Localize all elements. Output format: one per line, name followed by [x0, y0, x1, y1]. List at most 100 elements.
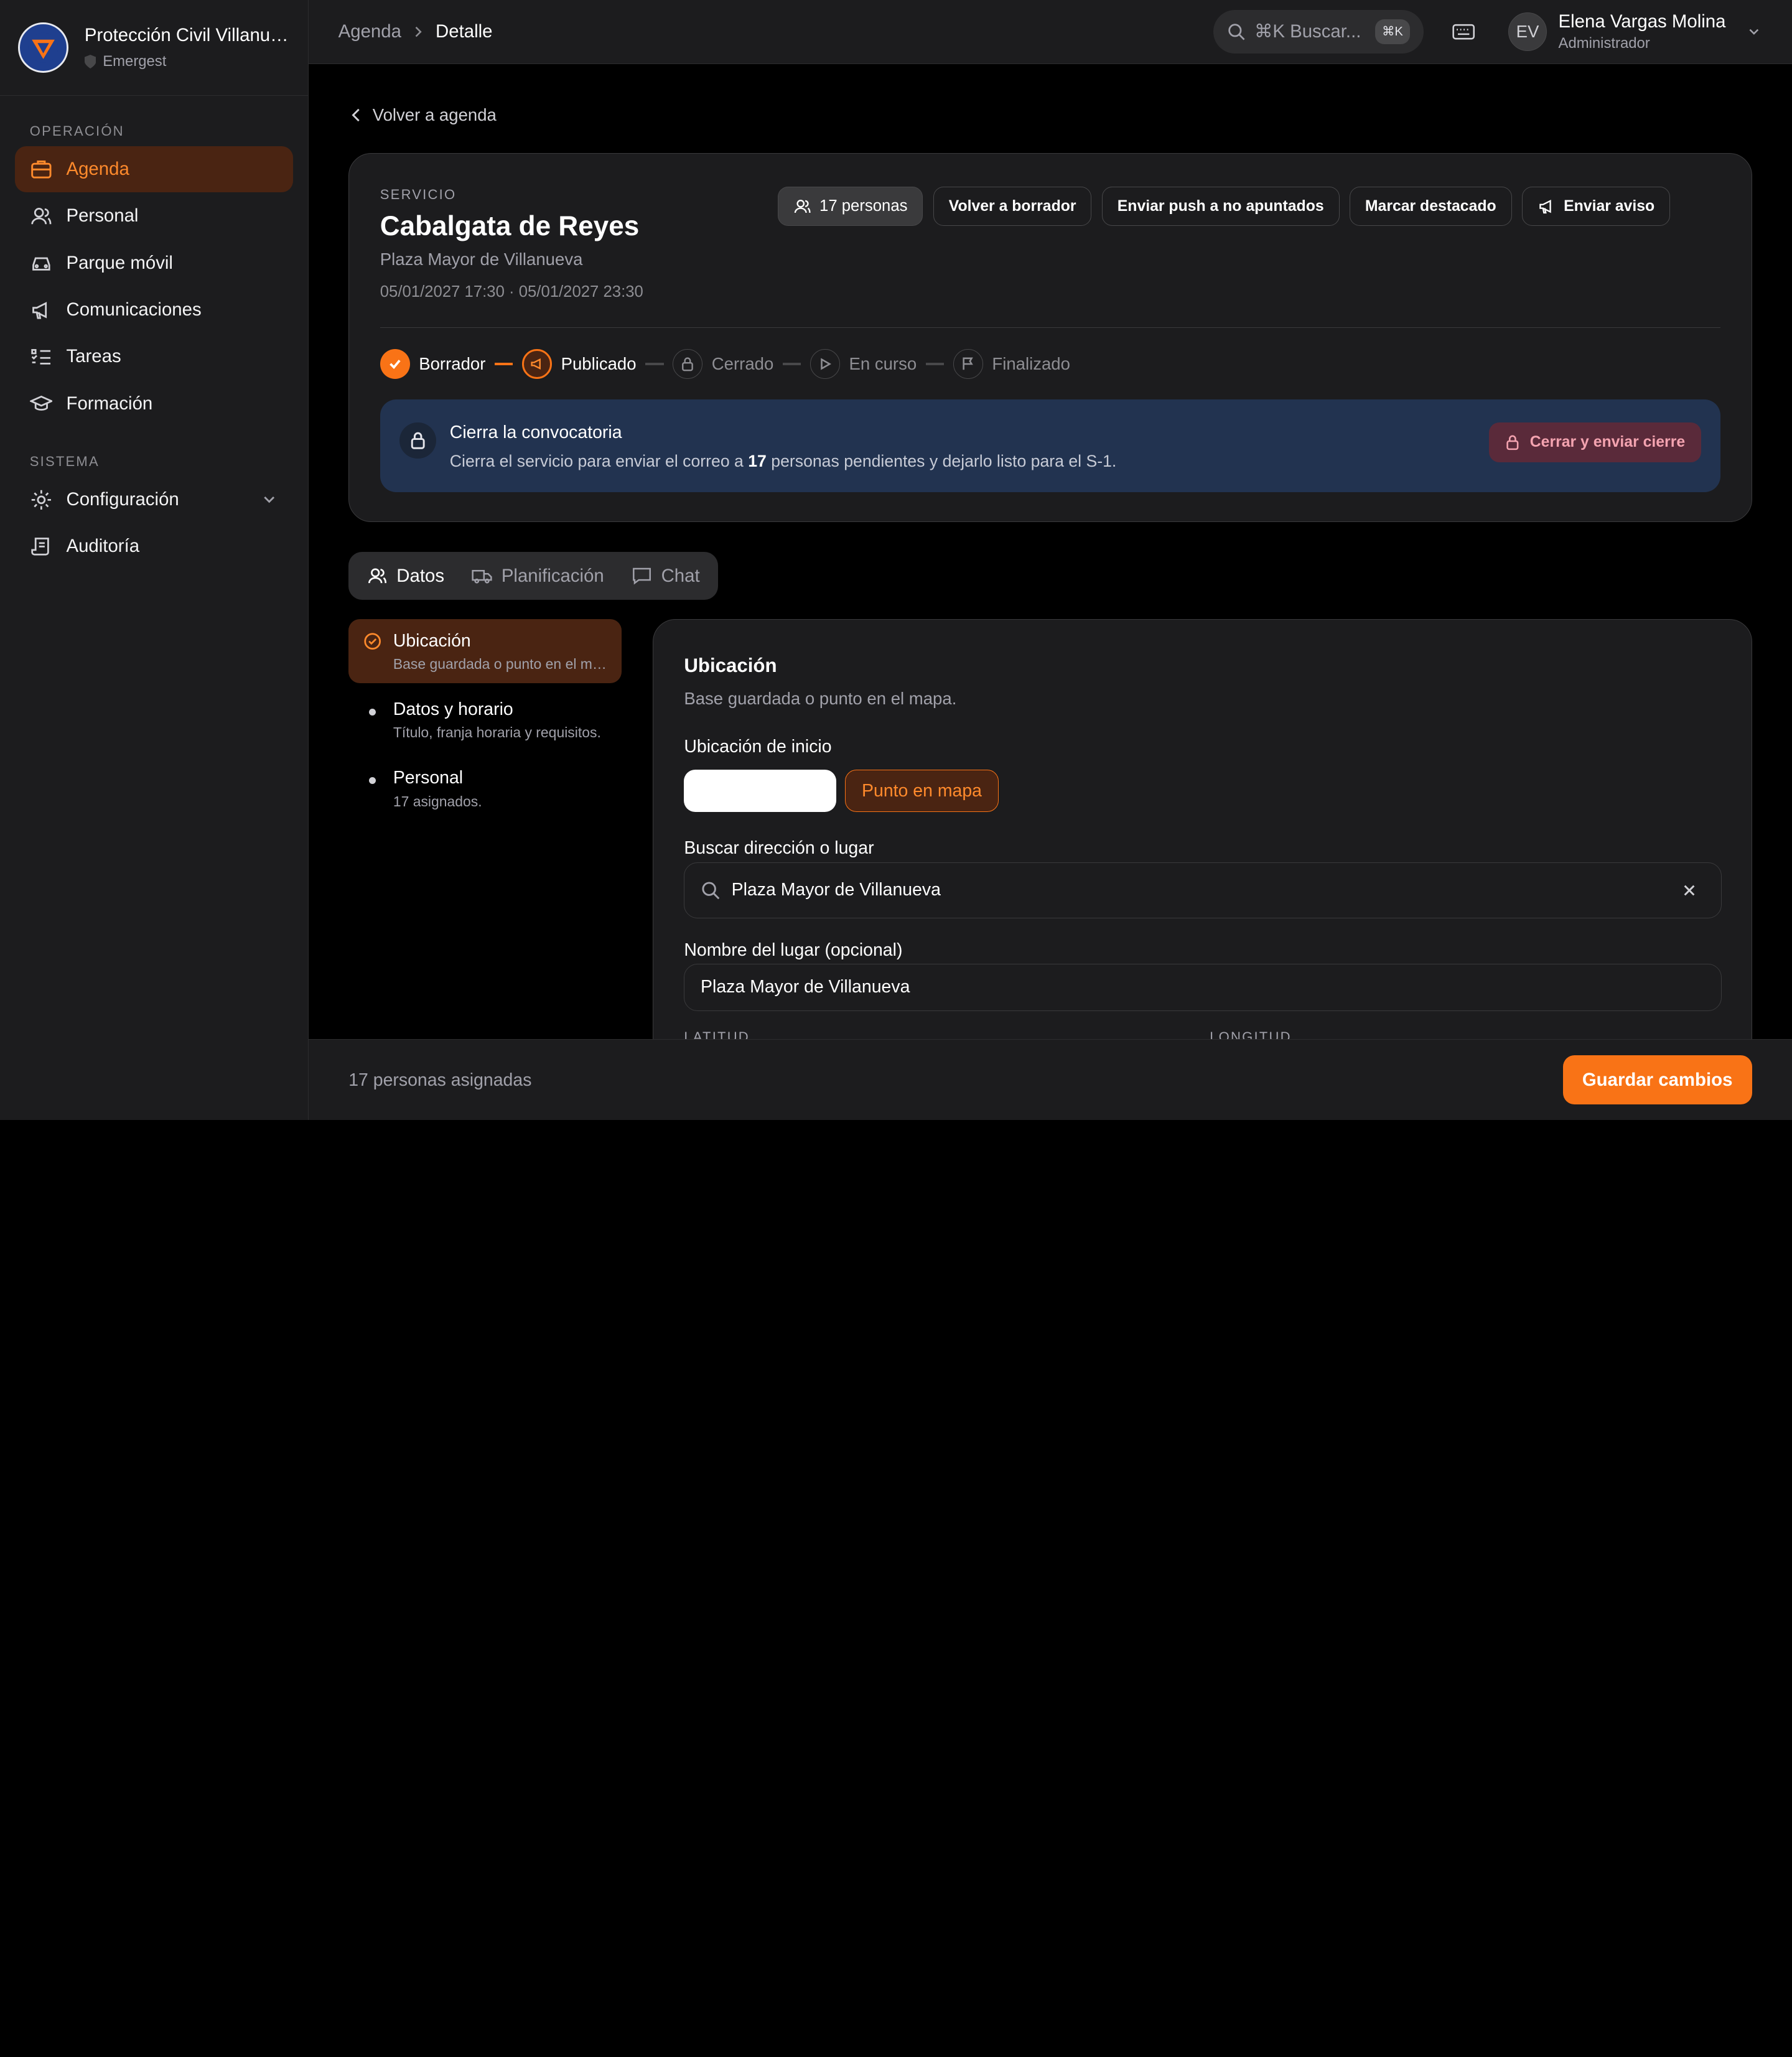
user-name: Elena Vargas Molina [1558, 11, 1726, 32]
status-step-publicado: Publicado [522, 349, 637, 379]
tab-chat[interactable]: Chat [618, 556, 714, 595]
keyboard-icon[interactable] [1451, 19, 1476, 44]
sidebar-item-formacion[interactable]: Formación [15, 381, 293, 426]
search-input[interactable]: ⌘K Buscar... ⌘K [1213, 10, 1424, 54]
shield-icon [84, 55, 96, 69]
back-label: Volver a agenda [372, 105, 497, 124]
sidebar-item-personal[interactable]: Personal [15, 194, 293, 239]
org-product: Emergest [84, 53, 292, 70]
scroll-icon [31, 538, 49, 556]
status-step-cerrado: Cerrado [673, 349, 773, 379]
tab-label: Chat [661, 565, 700, 586]
send-notice-button[interactable]: Enviar aviso [1522, 187, 1671, 226]
chat-icon [632, 567, 651, 585]
form-subtitle: Base guardada o punto en el mapa. [684, 688, 957, 708]
banner-text-after: personas pendientes y dejarlo listo para… [766, 452, 1117, 471]
close-and-send-button[interactable]: Cerrar y enviar cierre [1488, 422, 1701, 462]
top-header: Agenda Detalle ⌘K Buscar... ⌘K EV Elena … [308, 0, 1792, 64]
org-switcher[interactable]: Protección Civil Villanueva Emergest [0, 0, 308, 96]
form-step-personal[interactable]: Personal 17 asignados. [348, 757, 622, 821]
users-icon [368, 568, 386, 584]
user-menu[interactable]: EV Elena Vargas Molina Administrador [1508, 11, 1762, 52]
org-name: Protección Civil Villanueva [84, 25, 293, 46]
users-icon [31, 208, 52, 225]
detail-tabs: Datos Planificación Chat [348, 552, 718, 600]
saved-base-option[interactable] [684, 770, 836, 813]
banner-icon-wrap [399, 422, 436, 459]
list-checks-icon [31, 348, 50, 365]
status-step-label: Publicado [561, 354, 637, 374]
back-to-draft-button[interactable]: Volver a borrador [933, 187, 1092, 226]
status-step-label: Cerrado [711, 354, 774, 374]
megaphone-icon [32, 301, 47, 319]
chevron-down-icon [264, 497, 274, 503]
status-stepper: Borrador Publicado Cerrado En curso Fina… [380, 349, 1070, 379]
service-card: SERVICIO Cabalgata de Reyes Plaza Mayor … [348, 153, 1752, 523]
send-push-button[interactable]: Enviar push a no apuntados [1101, 187, 1340, 226]
tab-label: Planificación [501, 565, 604, 586]
status-step-label: En curso [849, 354, 917, 374]
org-product-label: Emergest [103, 53, 167, 70]
banner-count: 17 [748, 452, 767, 471]
map-point-option[interactable]: Punto en mapa [845, 770, 999, 813]
sidebar-item-agenda[interactable]: Agenda [14, 146, 294, 192]
people-count-button[interactable]: 17 personas [777, 187, 923, 226]
sidebar: Protección Civil Villanueva Emergest OPE… [0, 0, 309, 1120]
sidebar-item-comunicaciones[interactable]: Comunicaciones [15, 287, 293, 332]
org-logo [18, 22, 69, 73]
status-step-finalizado: Finalizado [953, 349, 1070, 379]
form-step-title: Ubicación [393, 630, 471, 651]
place-name-value: Plaza Mayor de Villanueva [701, 977, 910, 997]
form-step-subtitle: Título, franja horaria y requisitos. [393, 724, 601, 741]
place-name-input[interactable]: Plaza Mayor de Villanueva [684, 964, 1722, 1011]
tab-datos[interactable]: Datos [353, 556, 459, 595]
search-shortcut: ⌘K [1375, 19, 1410, 44]
step-dot [369, 708, 376, 716]
service-kicker: SERVICIO [380, 187, 457, 203]
status-step-en-curso: En curso [810, 349, 917, 379]
gear-icon [31, 490, 51, 510]
check-icon [389, 360, 401, 370]
close-call-banner: Cierra la convocatoria Cierra el servici… [380, 399, 1721, 492]
megaphone-icon [531, 358, 541, 370]
sidebar-item-label: Auditoría [66, 536, 140, 557]
banner-text-before: Cierra el servicio para enviar el correo… [449, 452, 749, 471]
back-link[interactable]: Volver a agenda [350, 105, 497, 125]
tab-label: Datos [396, 565, 445, 586]
mark-featured-button[interactable]: Marcar destacado [1350, 187, 1512, 226]
user-role: Administrador [1558, 34, 1650, 52]
sidebar-item-tareas[interactable]: Tareas [15, 334, 293, 380]
step-connector [645, 363, 664, 365]
close-and-send-label: Cerrar y enviar cierre [1529, 433, 1686, 450]
chevron-left-icon [352, 108, 360, 122]
nav-section-sistema: SISTEMA [29, 454, 100, 470]
sidebar-item-label: Personal [66, 205, 139, 226]
form-step-datos-horario[interactable]: Datos y horario Título, franja horaria y… [348, 688, 622, 752]
lock-icon [411, 432, 425, 450]
chevron-right-icon [415, 26, 422, 37]
address-search-value: Plaza Mayor de Villanueva [731, 880, 941, 900]
civil-protection-emblem [28, 32, 58, 63]
users-icon [794, 199, 811, 213]
status-step-label: Borrador [419, 354, 486, 374]
bottom-action-bar: 17 personas asignadas Guardar cambios [308, 1038, 1792, 1120]
form-step-ubicacion[interactable]: Ubicación Base guardada o punto en el ma… [348, 619, 622, 684]
tab-planificacion[interactable]: Planificación [458, 556, 618, 595]
step-dot [369, 777, 376, 784]
form-step-subtitle: Base guardada o punto en el mapa. [393, 656, 610, 673]
step-connector [925, 363, 945, 365]
main-content: Volver a agenda SERVICIO Cabalgata de Re… [308, 64, 1792, 1120]
start-location-label: Ubicación de inicio [684, 736, 832, 757]
sidebar-item-configuracion[interactable]: Configuración [15, 477, 293, 522]
sidebar-item-parque-movil[interactable]: Parque móvil [15, 240, 293, 286]
status-step-borrador: Borrador [380, 349, 486, 379]
address-search-input[interactable]: Plaza Mayor de Villanueva [684, 862, 1722, 918]
close-icon[interactable] [1682, 884, 1696, 897]
breadcrumb-agenda[interactable]: Agenda [338, 21, 401, 42]
form-steps-nav: Ubicación Base guardada o punto en el ma… [348, 619, 622, 825]
sidebar-item-label: Parque móvil [66, 252, 173, 273]
search-icon [1228, 24, 1245, 40]
save-button[interactable]: Guardar cambios [1562, 1055, 1752, 1105]
service-dates: 05/01/2027 17:30 · 05/01/2027 23:30 [380, 282, 643, 301]
sidebar-item-auditoria[interactable]: Auditoría [15, 524, 293, 569]
